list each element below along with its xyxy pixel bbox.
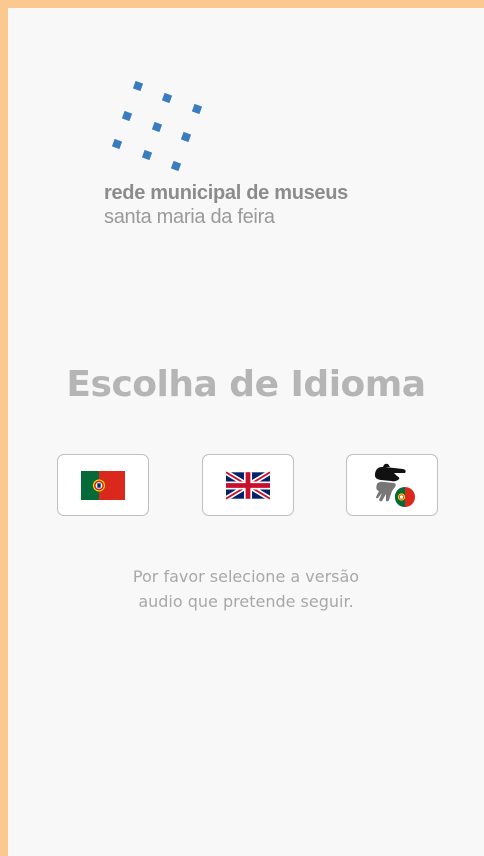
logo-subtitle: santa maria da feira — [104, 206, 275, 228]
instruction-line-2: audio que pretende seguir. — [138, 592, 354, 611]
language-button-portuguese[interactable] — [57, 454, 149, 516]
sign-language-portugal-icon — [374, 463, 415, 507]
language-button-english[interactable] — [202, 454, 294, 516]
museum-network-logo: rede municipal de museus santa maria da … — [104, 70, 404, 230]
page-title: Escolha de Idioma — [66, 364, 426, 405]
language-button-sign-language[interactable] — [346, 454, 438, 516]
instruction-text: Por favor selecione a versão audio que p… — [8, 564, 484, 614]
portugal-flag-icon — [81, 470, 125, 500]
logo-dots-icon — [104, 70, 214, 180]
app-screen: rede municipal de museus santa maria da … — [8, 8, 484, 856]
instruction-line-1: Por favor selecione a versão — [132, 567, 360, 586]
united-kingdom-flag-icon — [226, 470, 270, 500]
logo-title: rede municipal de museus — [104, 182, 348, 204]
